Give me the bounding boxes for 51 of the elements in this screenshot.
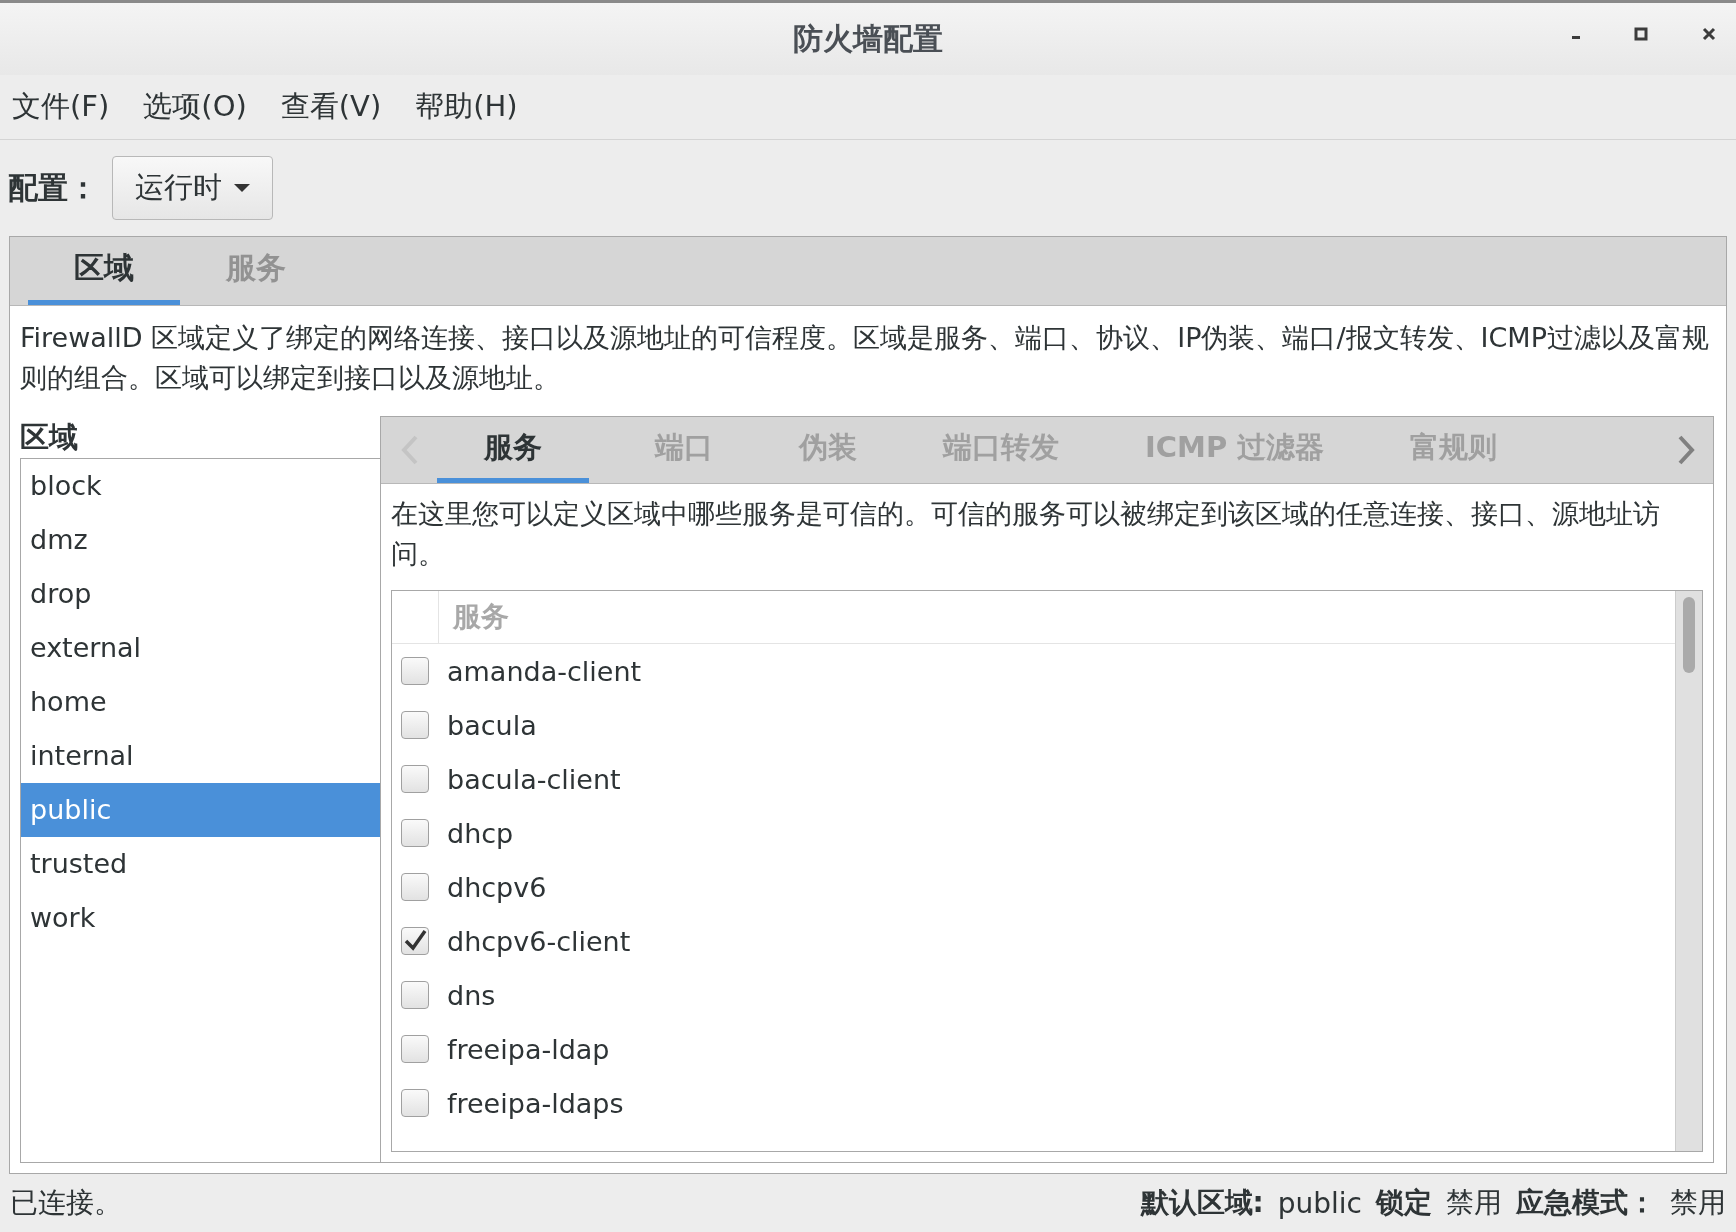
zone-item[interactable]: work — [21, 891, 380, 945]
maximize-icon — [1634, 27, 1648, 41]
status-value: 禁用 — [1446, 1185, 1502, 1221]
description-text: FirewallD 区域定义了绑定的网络连接、接口以及源地址的可信程度。区域是服务、端口、协议、IP伪装、端口/报文转发、ICMP过滤以及富规则的组合。区域可以绑定到接口以及源地址。 — [20, 321, 1710, 395]
menu-item[interactable]: 查看(V) — [280, 87, 382, 127]
chevron-right-icon[interactable] — [1677, 435, 1695, 465]
zone-item[interactable]: home — [21, 675, 380, 729]
checkbox[interactable] — [401, 873, 429, 901]
menu-item[interactable]: 文件(F) — [12, 87, 110, 127]
tab[interactable]: 服务 — [437, 417, 589, 483]
checkbox[interactable] — [401, 819, 429, 847]
config-label: 配置： — [8, 168, 98, 207]
checkbox[interactable] — [401, 657, 429, 685]
scrollbar-thumb[interactable] — [1683, 597, 1695, 673]
menu-item[interactable]: 帮助(H) — [415, 87, 518, 127]
service-name: bacula — [447, 709, 537, 741]
service-name: amanda-client — [447, 655, 642, 687]
service-name: bacula-client — [447, 763, 621, 795]
minimize-icon — [1572, 36, 1580, 39]
checkbox[interactable] — [401, 1035, 429, 1063]
config-dropdown[interactable]: 运行时 — [112, 156, 273, 220]
close-icon — [1702, 27, 1716, 41]
service-name: dhcp — [447, 817, 514, 849]
service-name: freeipa-ldap — [447, 1033, 610, 1065]
checkbox[interactable] — [401, 981, 429, 1009]
zones-heading: 区域 — [20, 419, 79, 456]
service-name: dhcpv6 — [447, 871, 547, 903]
checkbox[interactable] — [401, 1089, 429, 1117]
checkbox[interactable] — [401, 927, 429, 955]
zone-item[interactable]: trusted — [21, 837, 380, 891]
service-name: dhcpv6-client — [447, 925, 631, 957]
window-title: 防火墙配置 — [793, 19, 943, 58]
zone-item[interactable]: external — [21, 621, 380, 675]
services-description: 在这里您可以定义区域中哪些服务是可信的。可信的服务可以被绑定到该区域的任意连接、接口、源地址访问。 — [391, 497, 1661, 571]
status-label: 默认区域: — [1140, 1185, 1264, 1221]
status-label: 锁定 — [1376, 1185, 1432, 1221]
status-text: 已连接。 — [10, 1185, 122, 1221]
checkbox[interactable] — [401, 765, 429, 793]
checkbox[interactable] — [401, 711, 429, 739]
zone-item[interactable]: dmz — [21, 513, 380, 567]
tab[interactable]: 区域 — [28, 237, 180, 305]
caret-icon — [234, 183, 250, 193]
zone-item[interactable]: drop — [21, 567, 380, 621]
status-label: 应急模式： — [1516, 1185, 1656, 1221]
service-name: dns — [447, 979, 496, 1011]
menu-item[interactable]: 选项(O) — [143, 87, 247, 127]
status-value: 禁用 — [1670, 1185, 1726, 1221]
service-name: freeipa-ldaps — [447, 1087, 624, 1119]
zone-item[interactable]: internal — [21, 729, 380, 783]
status-value: public — [1277, 1186, 1362, 1220]
zone-item[interactable]: block — [21, 459, 380, 513]
